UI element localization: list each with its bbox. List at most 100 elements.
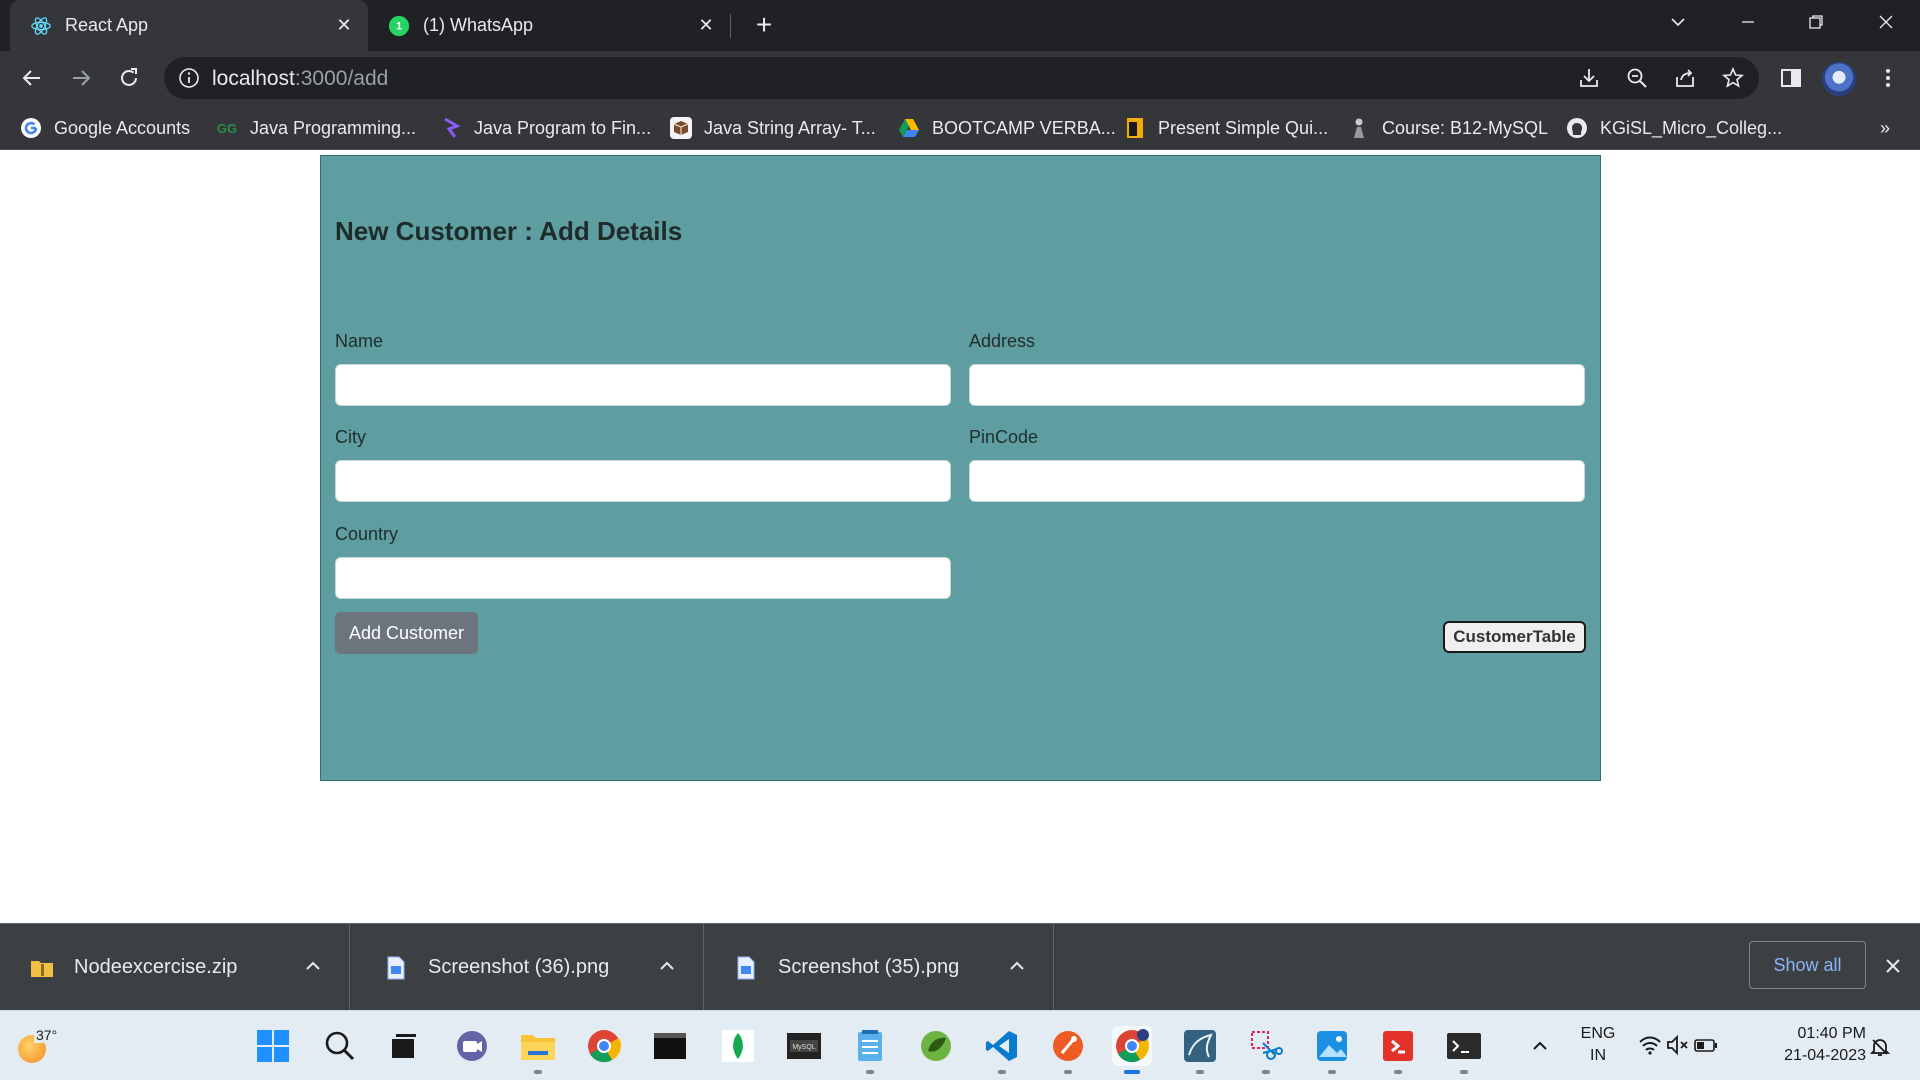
photos-icon[interactable] bbox=[1312, 1026, 1352, 1074]
close-tab-icon[interactable]: ✕ bbox=[696, 15, 716, 35]
mysql-icon[interactable] bbox=[1180, 1026, 1220, 1074]
file-explorer-icon[interactable] bbox=[518, 1026, 558, 1074]
language-code: ENG bbox=[1580, 1025, 1616, 1042]
pincode-label: PinCode bbox=[969, 427, 1039, 447]
notifications-icon[interactable] bbox=[1866, 1033, 1894, 1061]
chrome-icon[interactable] bbox=[584, 1026, 624, 1066]
terminal-icon[interactable] bbox=[1444, 1026, 1484, 1074]
svg-text:1: 1 bbox=[396, 20, 402, 32]
bookmarks-bar: Google Accounts GG Java Programming... J… bbox=[0, 106, 1920, 150]
customer-table-button[interactable]: CustomerTable bbox=[1443, 621, 1586, 653]
forward-arrow-icon[interactable] bbox=[64, 61, 98, 95]
new-tab-button[interactable]: + bbox=[748, 9, 780, 41]
teams-icon[interactable] bbox=[452, 1026, 492, 1066]
download-filename: Screenshot (36).png bbox=[428, 956, 610, 978]
bookmark-kgisl-micro-college[interactable]: KGiSL_Micro_Colleg... bbox=[1566, 114, 1782, 142]
vscode-icon[interactable] bbox=[982, 1026, 1022, 1074]
more-bookmarks-chevron-icon[interactable]: » bbox=[1880, 118, 1890, 139]
share-icon[interactable] bbox=[1672, 65, 1698, 91]
prepinsta-icon bbox=[440, 117, 462, 139]
battery-icon bbox=[1694, 1034, 1718, 1061]
git-icon[interactable] bbox=[1378, 1026, 1418, 1074]
bookmark-star-icon[interactable] bbox=[1720, 65, 1746, 91]
address-label: Address bbox=[969, 331, 1036, 351]
address-bar[interactable]: localhost:3000/add bbox=[164, 57, 1759, 99]
bookmark-label: BOOTCAMP VERBA... bbox=[932, 117, 1116, 138]
download-item[interactable]: Screenshot (36).png bbox=[354, 924, 704, 1011]
start-icon[interactable] bbox=[253, 1026, 293, 1066]
clock-time: 01:40 PM bbox=[1797, 1025, 1866, 1042]
tab-whatsapp[interactable]: 1 (1) WhatsApp ✕ bbox=[372, 0, 730, 51]
region-code: IN bbox=[1590, 1047, 1606, 1064]
volume-muted-icon bbox=[1666, 1034, 1690, 1061]
pincode-input[interactable] bbox=[969, 460, 1585, 502]
address-input[interactable] bbox=[969, 364, 1585, 406]
name-input[interactable] bbox=[335, 364, 951, 406]
city-label: City bbox=[335, 427, 366, 447]
github-icon bbox=[1566, 117, 1588, 139]
side-panel-icon[interactable] bbox=[1776, 63, 1806, 93]
profile-avatar[interactable] bbox=[1822, 62, 1856, 96]
mongodb-icon[interactable] bbox=[718, 1026, 758, 1066]
close-tab-icon[interactable]: ✕ bbox=[334, 15, 354, 35]
mysql-workbench-icon[interactable]: MySQL bbox=[784, 1026, 824, 1066]
running-indicator bbox=[1460, 1070, 1468, 1074]
show-hidden-icons-chevron-icon[interactable] bbox=[1528, 1034, 1552, 1058]
country-input[interactable] bbox=[335, 557, 951, 599]
close-window-icon[interactable] bbox=[1856, 0, 1916, 44]
bookmark-google-accounts[interactable]: Google Accounts bbox=[20, 114, 190, 142]
restore-icon[interactable] bbox=[1786, 0, 1846, 44]
back-arrow-icon[interactable] bbox=[15, 61, 49, 95]
tab-search-icon[interactable] bbox=[1648, 0, 1708, 44]
chrome-profile-icon[interactable] bbox=[1112, 1026, 1152, 1074]
tab-react-app[interactable]: React App ✕ bbox=[10, 0, 368, 51]
city-input[interactable] bbox=[335, 460, 951, 502]
running-indicator bbox=[998, 1070, 1006, 1074]
weather-widget[interactable]: 37° bbox=[16, 1027, 60, 1063]
downloads-bar: Nodeexcercise.zip Screenshot (36).png Sc… bbox=[0, 923, 1920, 1011]
close-downloads-icon[interactable] bbox=[1880, 953, 1906, 979]
download-item[interactable]: Screenshot (35).png bbox=[704, 924, 1054, 1011]
bookmark-bootcamp-verba[interactable]: BOOTCAMP VERBA... bbox=[898, 114, 1116, 142]
site-info-icon[interactable] bbox=[178, 67, 200, 89]
download-item[interactable]: Nodeexcercise.zip bbox=[0, 924, 350, 1011]
reload-icon[interactable] bbox=[112, 61, 146, 95]
running-indicator bbox=[534, 1070, 542, 1074]
show-all-downloads-button[interactable]: Show all bbox=[1749, 941, 1866, 989]
geeksforgeeks-icon: GG bbox=[216, 120, 238, 136]
snipping-tool-icon[interactable] bbox=[1246, 1026, 1286, 1074]
add-customer-button[interactable]: Add Customer bbox=[335, 612, 478, 654]
search-icon[interactable] bbox=[320, 1026, 360, 1066]
bookmark-java-programming[interactable]: GG Java Programming... bbox=[216, 114, 416, 142]
chevron-up-icon[interactable] bbox=[301, 954, 325, 978]
browser-tab-strip: React App ✕ 1 (1) WhatsApp ✕ + bbox=[0, 0, 1920, 51]
notepad-icon[interactable] bbox=[850, 1026, 890, 1074]
bookmark-present-simple-quiz[interactable]: Present Simple Qui... bbox=[1124, 114, 1328, 142]
chevron-up-icon[interactable] bbox=[1005, 954, 1029, 978]
input-language-indicator[interactable]: ENG IN bbox=[1578, 1023, 1618, 1067]
task-view-icon[interactable] bbox=[384, 1026, 424, 1066]
bookmark-java-string-array[interactable]: Java String Array- T... bbox=[670, 114, 876, 142]
country-label: Country bbox=[335, 524, 399, 544]
windows-taskbar: 37° MySQL ENG IN 01:40 PM 21-04-2023 bbox=[0, 1010, 1920, 1080]
minimize-icon[interactable] bbox=[1718, 0, 1778, 44]
box-icon bbox=[670, 117, 692, 139]
bookmark-java-program-find[interactable]: Java Program to Fin... bbox=[440, 114, 651, 142]
postman-icon[interactable] bbox=[1048, 1026, 1088, 1074]
bookmark-label: Google Accounts bbox=[54, 117, 191, 138]
system-tray[interactable] bbox=[1638, 1033, 1718, 1061]
chevron-up-icon[interactable] bbox=[655, 954, 679, 978]
image-file-icon bbox=[734, 955, 758, 981]
terminal-window-icon[interactable] bbox=[650, 1026, 690, 1066]
google-drive-icon bbox=[898, 117, 920, 139]
add-customer-card: New Customer : Add Details Name Address … bbox=[320, 155, 1601, 781]
url-host: localhost bbox=[212, 67, 295, 90]
install-app-icon[interactable] bbox=[1576, 65, 1602, 91]
quiz-icon bbox=[1124, 117, 1146, 139]
spring-tools-icon[interactable] bbox=[916, 1026, 956, 1066]
bookmark-course-b12-mysql[interactable]: Course: B12-MySQL bbox=[1348, 114, 1548, 142]
zoom-icon[interactable] bbox=[1624, 65, 1650, 91]
menu-kebab-icon[interactable] bbox=[1873, 63, 1903, 93]
taskbar-clock[interactable]: 01:40 PM 21-04-2023 bbox=[1746, 1023, 1866, 1067]
bookmark-label: Java Program to Fin... bbox=[474, 117, 652, 138]
